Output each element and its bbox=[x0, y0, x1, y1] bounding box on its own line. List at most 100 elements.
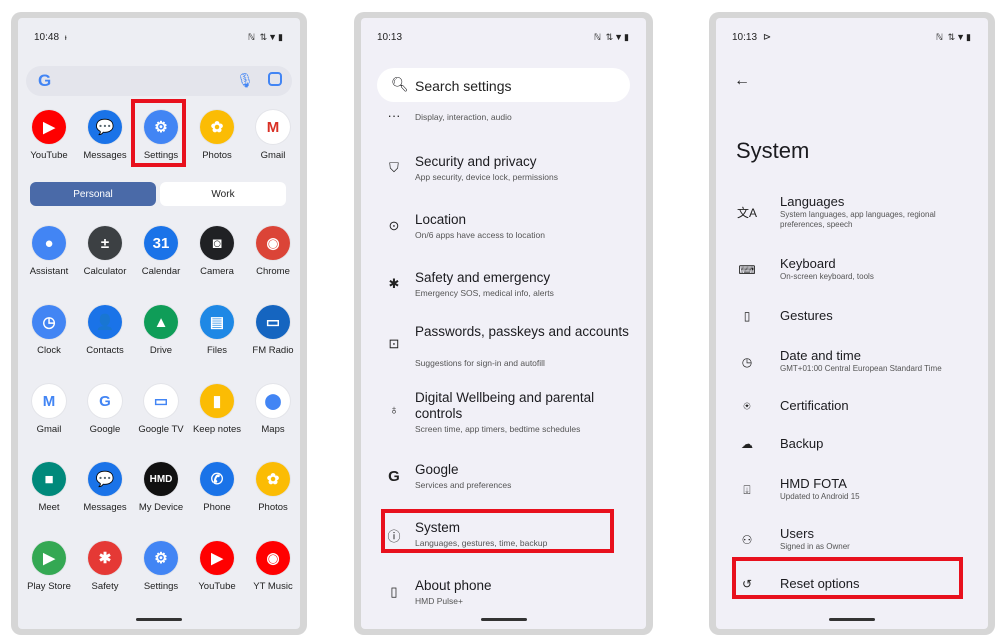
status-icons: ℕ ⇅▼▮ bbox=[247, 32, 284, 42]
app-my-device[interactable]: HMD My Device bbox=[132, 462, 190, 513]
system-row-title: HMD FOTA bbox=[780, 476, 847, 491]
app-youtube[interactable]: ▶ YouTube bbox=[20, 110, 78, 161]
app-label: Play Store bbox=[27, 581, 71, 592]
photos-icon: ✿ bbox=[200, 110, 234, 144]
app-assistant[interactable]: ● Assistant bbox=[20, 226, 78, 277]
app-settings[interactable]: ⚙ Settings bbox=[132, 110, 190, 161]
settings-row-subtitle: App security, device lock, permissions bbox=[415, 172, 558, 182]
gestures-icon: ▯ bbox=[743, 309, 751, 323]
app-youtube[interactable]: ▶ YouTube bbox=[188, 541, 246, 592]
app-label: Calculator bbox=[83, 266, 127, 277]
camera-icon: ◙ bbox=[200, 226, 234, 260]
files-icon: ▤ bbox=[200, 305, 234, 339]
app-gmail[interactable]: M Gmail bbox=[244, 110, 300, 161]
app-label: Assistant bbox=[29, 266, 69, 277]
lens-icon[interactable] bbox=[268, 72, 282, 86]
maps-icon: ⬤ bbox=[256, 384, 290, 418]
system-row-title: Languages bbox=[780, 194, 845, 209]
app-label: Contacts bbox=[86, 345, 124, 356]
app-messages[interactable]: 💬 Messages bbox=[76, 462, 134, 513]
settings-row-title: Digital Wellbeing and parental controls bbox=[415, 390, 595, 421]
search-icon: 🔍︎ bbox=[391, 76, 409, 92]
app-fm-radio[interactable]: ▭ FM Radio bbox=[244, 305, 300, 356]
home-gesture-bar[interactable] bbox=[136, 618, 182, 621]
app-photos[interactable]: ✿ Photos bbox=[244, 462, 300, 513]
google-icon: G bbox=[88, 384, 122, 418]
app-camera[interactable]: ◙ Camera bbox=[188, 226, 246, 277]
more-icon: ··· bbox=[387, 108, 401, 123]
app-keep-notes[interactable]: ▮ Keep notes bbox=[188, 384, 246, 435]
youtube-icon: ▶ bbox=[200, 541, 234, 575]
app-label: Chrome bbox=[256, 266, 290, 277]
app-maps[interactable]: ⬤ Maps bbox=[244, 384, 300, 435]
status-cast-icon: ⊳ bbox=[762, 32, 772, 43]
youtube-icon: ▶ bbox=[32, 110, 66, 144]
app-label: Phone bbox=[203, 502, 231, 513]
microphone-icon[interactable]: 🎙 bbox=[236, 72, 254, 89]
app-play-store[interactable]: ▶ Play Store bbox=[20, 541, 78, 592]
gmail-icon: M bbox=[256, 110, 290, 144]
app-contacts[interactable]: 👤 Contacts bbox=[76, 305, 134, 356]
app-safety[interactable]: ✱ Safety bbox=[76, 541, 134, 592]
home-gesture-bar[interactable] bbox=[829, 618, 875, 621]
app-label: Messages bbox=[83, 502, 127, 513]
back-arrow-icon[interactable]: ← bbox=[734, 72, 750, 90]
app-label: FM Radio bbox=[252, 345, 294, 356]
system-row-title: Users bbox=[780, 526, 814, 541]
profile-tabs: Personal Work bbox=[30, 182, 288, 206]
app-label: Google TV bbox=[138, 424, 184, 435]
settings-row-title: Location bbox=[415, 212, 467, 227]
phone-app-drawer: 10:48 ᵻ ℕ ⇅▼▮ G 🎙 ▶ YouTube 💬 Messages ⚙ Sett… bbox=[11, 12, 307, 635]
app-gmail[interactable]: M Gmail bbox=[20, 384, 78, 435]
system-row-subtitle: Signed in as Owner bbox=[780, 542, 850, 551]
status-icons: ℕ ⇅▼▮ bbox=[935, 32, 972, 42]
contacts-icon: 👤 bbox=[88, 305, 122, 339]
app-label: Calendar bbox=[141, 266, 181, 277]
safety-icon: ✱ bbox=[88, 541, 122, 575]
app-photos[interactable]: ✿ Photos bbox=[188, 110, 246, 161]
app-google-tv[interactable]: ▭ Google TV bbox=[132, 384, 190, 435]
backup-icon: ☁ bbox=[741, 437, 753, 451]
users-icon: ⚇ bbox=[741, 533, 753, 547]
home-gesture-bar[interactable] bbox=[480, 618, 527, 621]
system-row-title: Keyboard bbox=[780, 256, 836, 271]
app-google[interactable]: G Google bbox=[76, 384, 134, 435]
phone-icon: ▯ bbox=[390, 584, 398, 599]
translate-icon: 文A bbox=[736, 206, 757, 220]
app-calculator[interactable]: ± Calculator bbox=[76, 226, 134, 277]
settings-row-subtitle: HMD Pulse+ bbox=[415, 596, 463, 606]
google-tv-icon: ▭ bbox=[144, 384, 178, 418]
app-label: My Device bbox=[138, 502, 184, 513]
settings-row-subtitle: Display, interaction, audio bbox=[415, 112, 512, 122]
app-phone[interactable]: ✆ Phone bbox=[188, 462, 246, 513]
app-drive[interactable]: ▲ Drive bbox=[132, 305, 190, 356]
status-bar: 10:48 ᵻ ℕ ⇅▼▮ bbox=[34, 32, 284, 43]
app-label: Photos bbox=[258, 502, 288, 513]
status-time: 10:13 bbox=[732, 32, 758, 43]
app-label: Gmail bbox=[260, 150, 286, 161]
settings-icon: ⚙ bbox=[144, 110, 178, 144]
photos-icon: ✿ bbox=[256, 462, 290, 496]
search-settings-input[interactable]: 🔍︎ Search settings bbox=[377, 68, 630, 102]
app-yt-music[interactable]: ◉ YT Music bbox=[244, 541, 300, 592]
settings-row-title: Passwords, passkeys and accounts bbox=[415, 324, 629, 339]
calendar-icon: 31 bbox=[144, 226, 178, 260]
play-store-icon: ▶ bbox=[32, 541, 66, 575]
app-clock[interactable]: ◷ Clock bbox=[20, 305, 78, 356]
calculator-icon: ± bbox=[88, 226, 122, 260]
app-messages[interactable]: 💬 Messages bbox=[76, 110, 134, 161]
app-meet[interactable]: ■ Meet bbox=[20, 462, 78, 513]
app-chrome[interactable]: ◉ Chrome bbox=[244, 226, 300, 277]
phone-settings: 10:13 ℕ ⇅▼▮ 🔍︎ Search settings ··· Displ… bbox=[354, 12, 653, 635]
tab-work[interactable]: Work bbox=[160, 182, 286, 206]
app-calendar[interactable]: 31 Calendar bbox=[132, 226, 190, 277]
app-label: Gmail bbox=[36, 424, 62, 435]
app-files[interactable]: ▤ Files bbox=[188, 305, 246, 356]
google-search-bar[interactable]: G 🎙 bbox=[26, 66, 292, 96]
app-label: Messages bbox=[83, 150, 127, 161]
app-label: Meet bbox=[38, 502, 60, 513]
phone-icon: ✆ bbox=[200, 462, 234, 496]
app-drawer-screen: 10:48 ᵻ ℕ ⇅▼▮ G 🎙 ▶ YouTube 💬 Messages ⚙ Sett… bbox=[18, 18, 300, 629]
tab-personal[interactable]: Personal bbox=[30, 182, 156, 206]
app-settings[interactable]: ⚙ Settings bbox=[132, 541, 190, 592]
